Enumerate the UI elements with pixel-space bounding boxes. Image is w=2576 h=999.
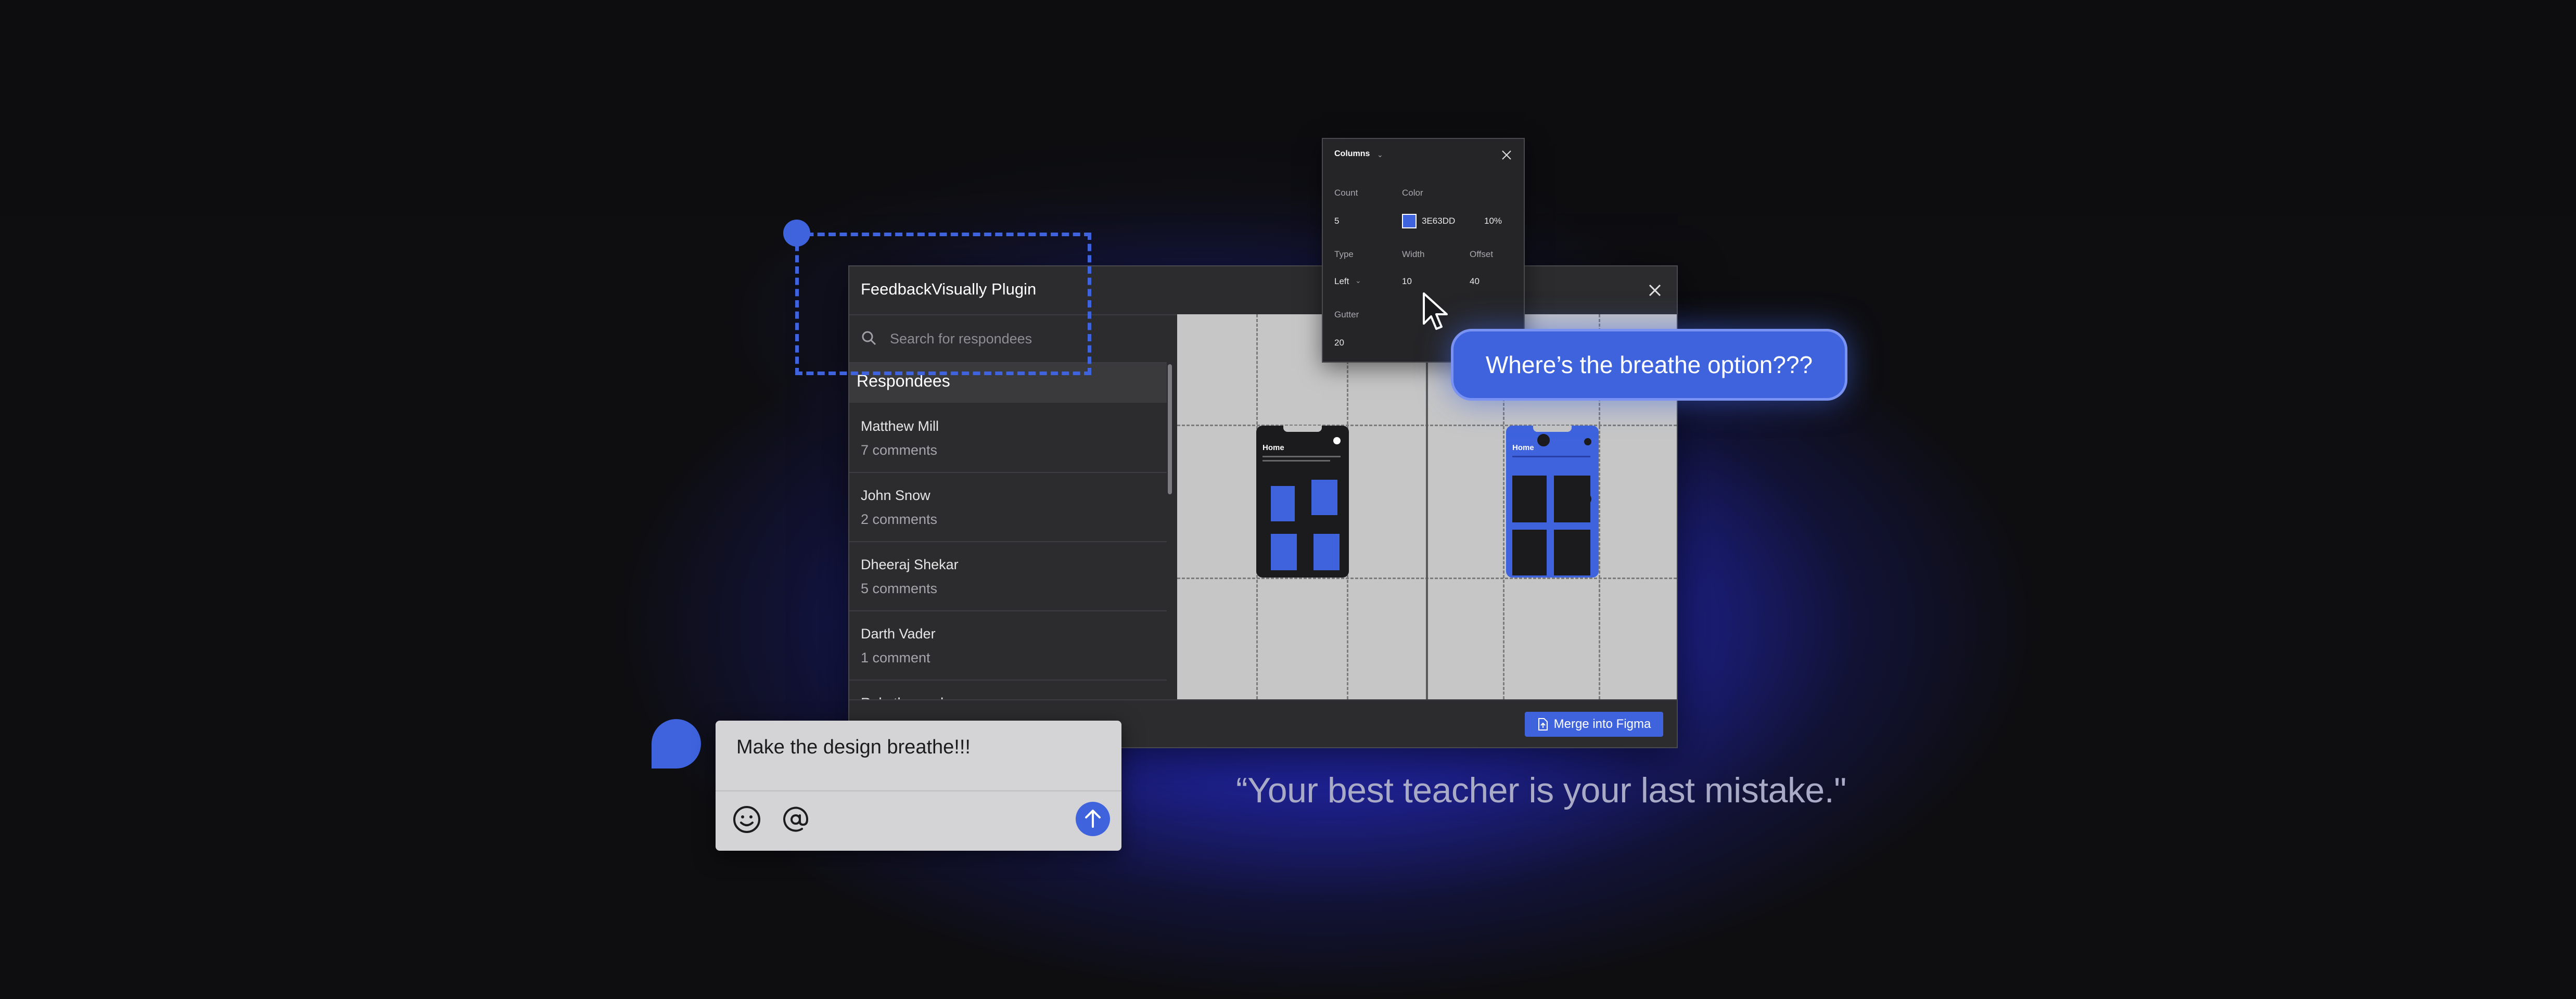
phone-text-line [1263,456,1341,457]
respondee-name: Dheeraj Shekar [861,557,959,572]
respondee-comment-count: 5 comments [861,581,938,596]
count-label: Count [1334,188,1358,198]
list-item[interactable]: Darth Vader 1 comment [849,611,1167,681]
comment-avatar [652,719,701,769]
phone-notch [1533,426,1572,432]
phone-tile [1554,530,1590,575]
phone-mockup-dark[interactable]: Home [1256,426,1349,578]
comment-bubble[interactable]: Where’s the breathe option??? [1451,329,1847,401]
gutter-field[interactable]: 20 [1334,338,1344,348]
color-swatch[interactable] [1402,214,1417,228]
send-button[interactable] [1076,802,1110,836]
respondee-name: John Snow [861,488,930,503]
color-opacity-field[interactable]: 10% [1484,216,1502,226]
respondee-comment-count: 1 comment [861,650,930,665]
offset-label: Offset [1470,249,1494,259]
list-item[interactable]: Dheeraj Shekar 5 comments [849,542,1167,611]
phone-mockup-blue[interactable]: Home [1506,426,1599,578]
popover-title[interactable]: Columns [1334,149,1370,159]
comment-input[interactable]: Make the design breathe!!! [736,736,971,759]
chevron-down-icon[interactable]: ⌄ [1355,276,1361,285]
list-item[interactable]: Matthew Mill 7 comments [849,404,1167,473]
chevron-down-icon[interactable]: ⌄ [1377,150,1383,159]
phone-tile [1311,480,1337,515]
type-select[interactable]: Left [1334,276,1349,287]
selection-box[interactable] [795,233,1091,375]
width-label: Width [1402,249,1425,259]
merge-into-figma-button[interactable]: Merge into Figma [1525,712,1663,737]
phone-text-line [1512,456,1590,457]
phone-tile [1313,534,1340,570]
count-field[interactable]: 5 [1334,216,1339,226]
cursor-icon [1423,292,1448,330]
phone-text-line [1263,460,1330,462]
phone-tile [1512,476,1547,522]
close-icon[interactable] [1500,148,1513,162]
respondee-name: Matthew Mill [861,418,939,434]
phone-dot [1584,438,1591,445]
quote-text: “Your best teacher is your last mistake.… [1236,771,1846,810]
respondee-comment-count: 2 comments [861,511,938,527]
width-field[interactable]: 10 [1402,276,1412,287]
canvas-divider [1426,314,1428,699]
merge-button-label: Merge into Figma [1553,717,1651,731]
respondee-comment-count: 7 comments [861,442,938,458]
respondee-name: Darth Vader [861,626,936,642]
phone-tile [1271,486,1295,521]
list-item[interactable]: Rakotho... ...k... [849,681,1167,699]
phone-notch [1283,426,1322,432]
list-item[interactable]: John Snow 2 comments [849,473,1167,542]
selection-handle[interactable] [783,220,810,247]
file-icon [1538,718,1548,731]
comment-bubble-text: Where’s the breathe option??? [1485,351,1813,378]
phone-tile [1512,530,1547,575]
comment-composer: Make the design breathe!!! [716,721,1121,851]
background-top [0,0,2576,271]
phone-dot [1333,437,1341,444]
arrow-up-icon [1085,810,1101,828]
phone-dot [1537,434,1550,446]
emoji-icon[interactable] [730,803,763,836]
at-icon[interactable] [780,804,811,835]
close-icon[interactable] [1646,281,1664,300]
phone-dot [1580,493,1591,505]
type-label: Type [1334,249,1354,259]
offset-field[interactable]: 40 [1470,276,1480,287]
gutter-label: Gutter [1334,310,1359,319]
color-hex-field[interactable]: 3E63DD [1422,216,1455,226]
color-label: Color [1402,188,1423,198]
respondee-name: Rakotho... ...k... [861,695,959,699]
phone-tile [1271,534,1297,570]
phone-title: Home [1263,443,1284,452]
respondees-list: Matthew Mill 7 comments John Snow 2 comm… [849,404,1167,699]
sidebar-scrollbar[interactable] [1168,364,1172,494]
phone-title: Home [1512,443,1534,452]
comment-divider [716,790,1121,791]
